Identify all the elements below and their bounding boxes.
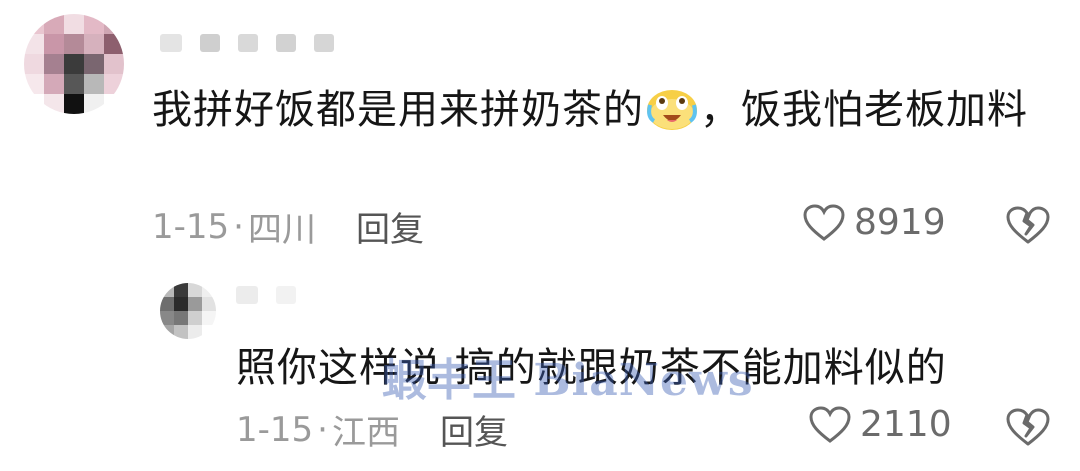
comment-meta: 1-15 · 四川 回复 [152,202,424,251]
like-button[interactable]: 2110 [808,404,952,445]
comment-text-after-emoji: ，饭我怕老板加料 [700,87,1028,133]
dislike-button[interactable] [1004,204,1052,250]
meta-separator: · [317,409,328,450]
like-button[interactable]: 8919 [802,202,946,243]
comment-location: 四川 [247,210,316,250]
avatar[interactable] [24,14,124,114]
like-count: 8919 [854,202,946,243]
heart-icon[interactable] [808,405,852,445]
reply-button[interactable]: 回复 [356,202,424,251]
reply-location: 江西 [331,413,400,453]
reply-username-blurred[interactable] [236,286,296,304]
dislike-button[interactable] [1004,406,1052,452]
broken-heart-icon[interactable] [1004,204,1052,246]
like-count: 2110 [860,404,952,445]
broken-heart-icon[interactable] [1004,406,1052,448]
comment-text-before-emoji: 我拼好饭都是用来拼奶茶的 [152,87,644,133]
crying-laughing-emoji-icon [647,90,697,130]
reply-meta: 1-15 · 江西 回复 [236,405,508,454]
heart-icon[interactable] [802,203,846,243]
meta-separator: · [233,206,244,247]
comment-text: 我拼好饭都是用来拼奶茶的 ，饭我怕老板加料 [152,80,1052,140]
comment-date: 1-15 [152,206,230,247]
reply-avatar[interactable] [160,283,216,339]
reply-text: 照你这样说 搞的就跟奶茶不能加料似的 [236,345,947,391]
username-blurred[interactable] [160,34,334,52]
reply-button[interactable]: 回复 [440,405,508,454]
reply-date: 1-15 [236,409,314,450]
